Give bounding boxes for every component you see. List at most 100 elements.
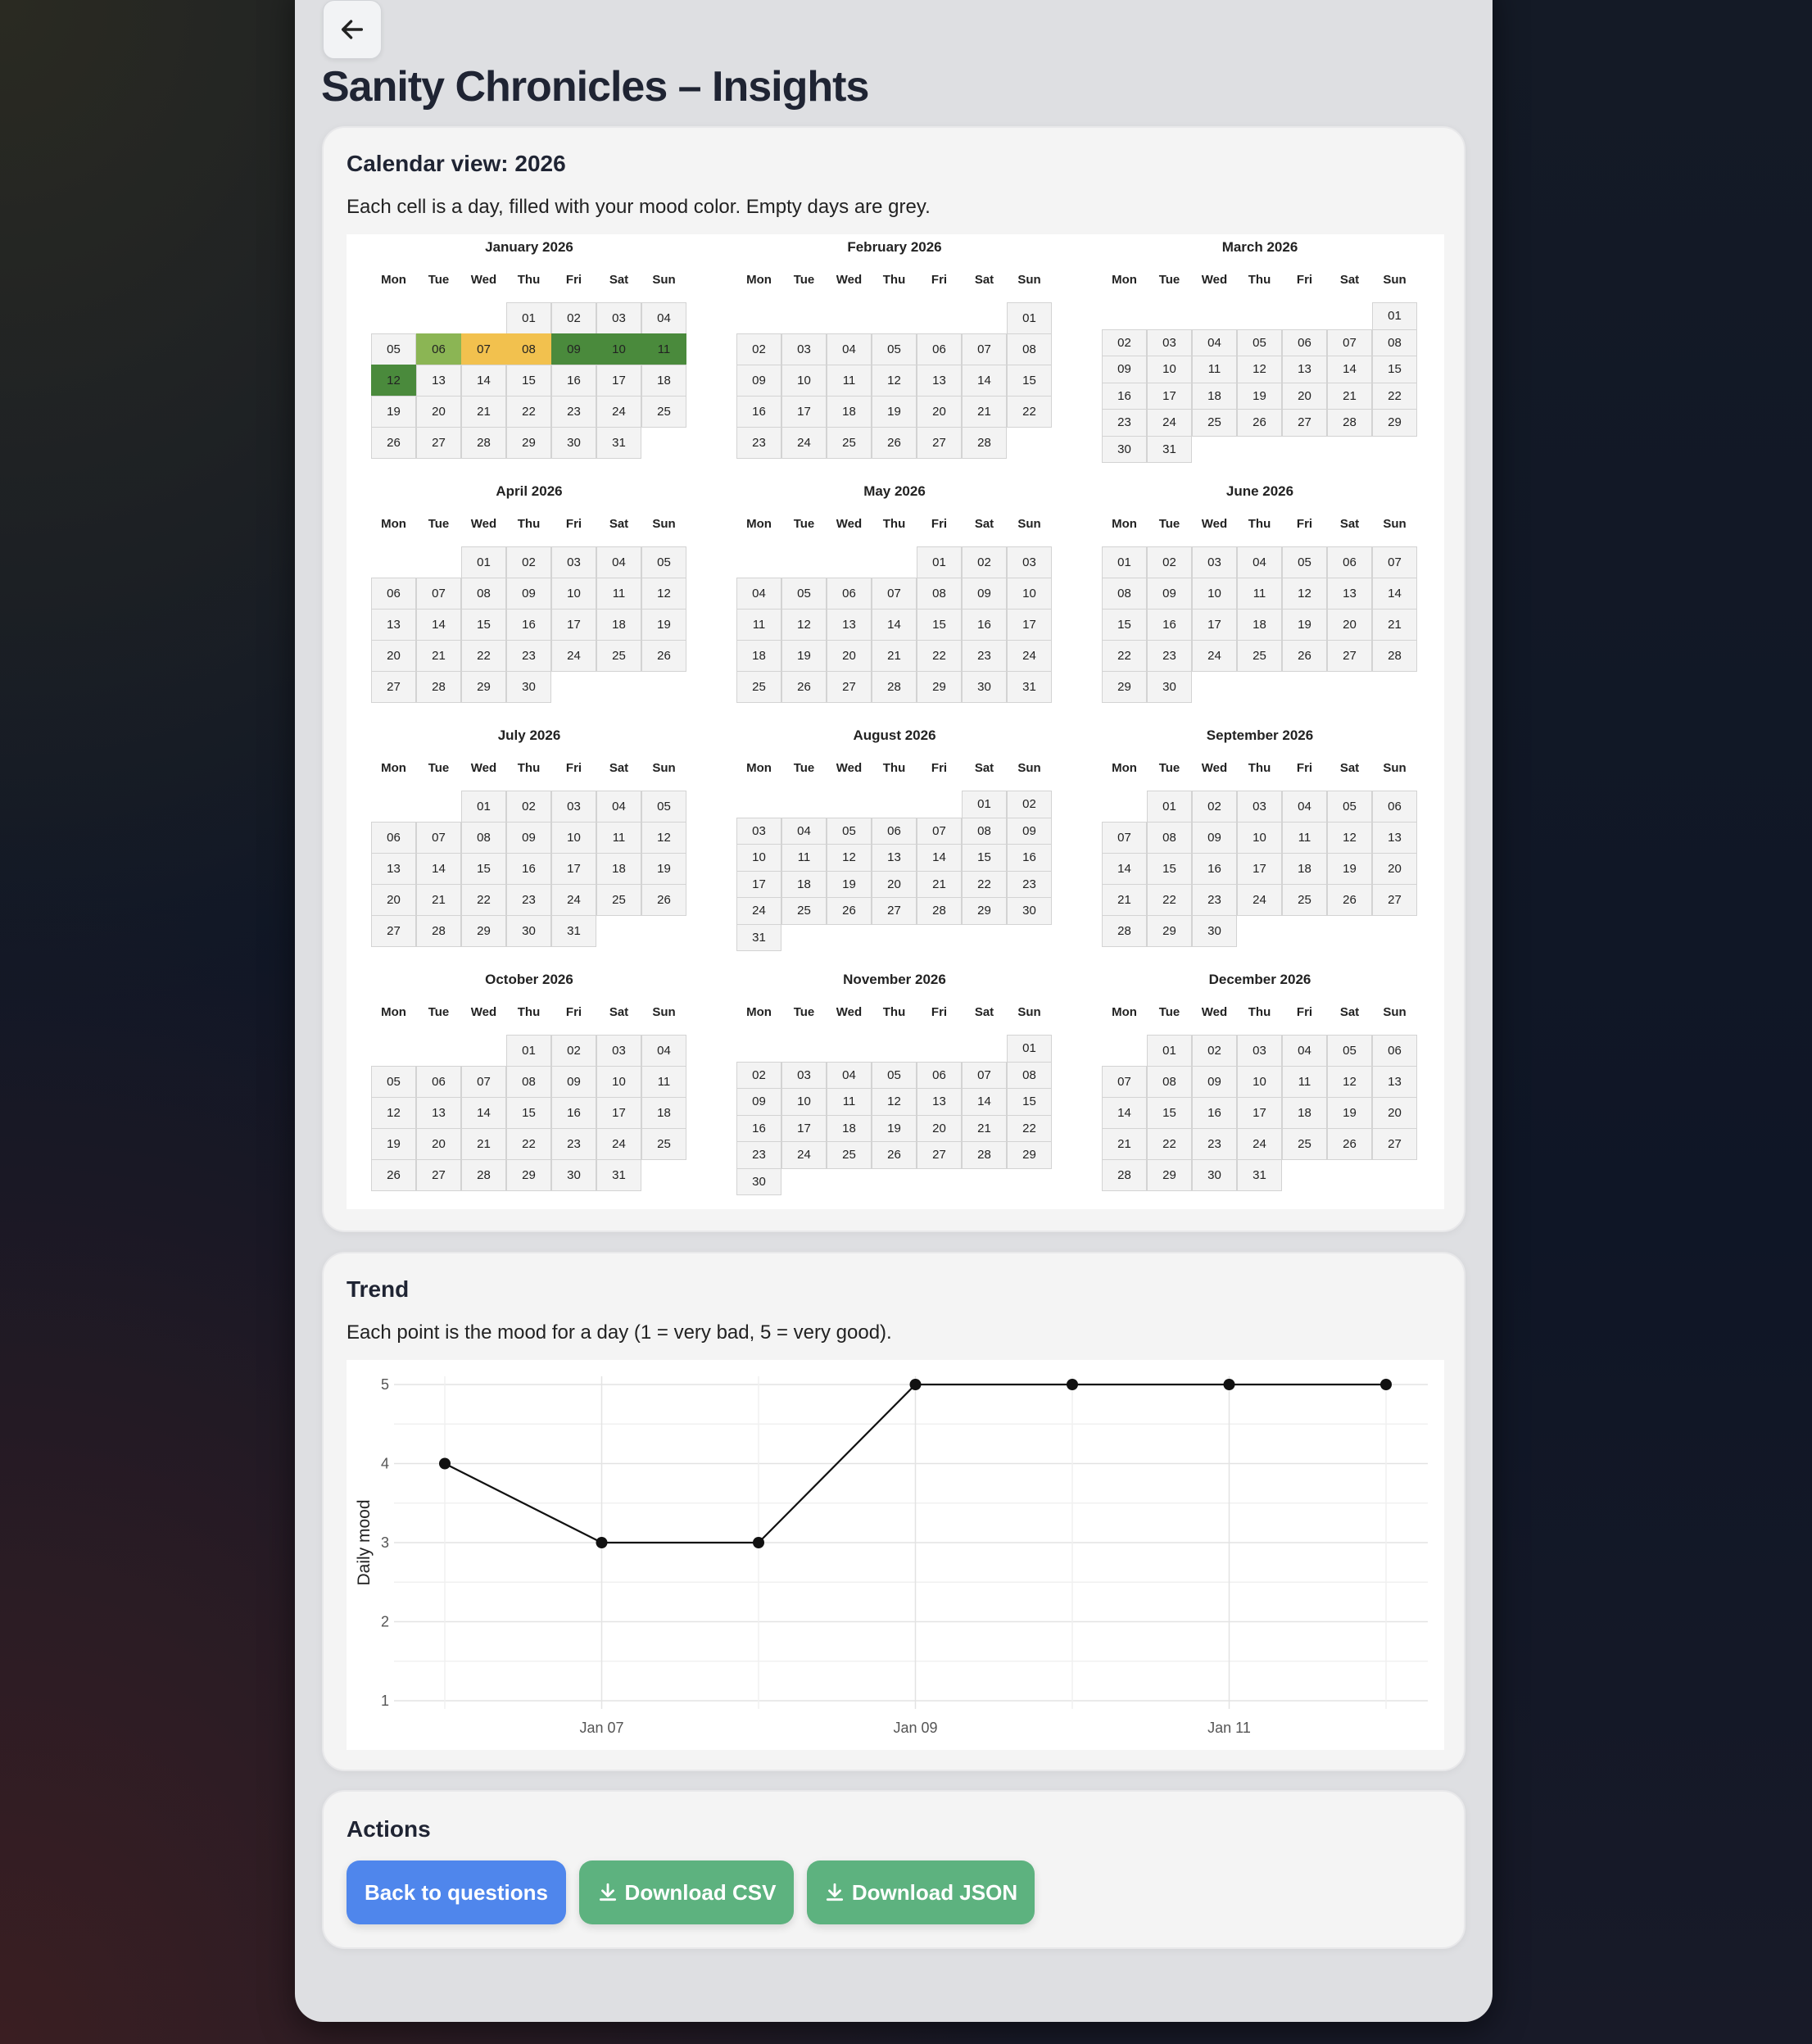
- calendar-day[interactable]: 19: [827, 870, 872, 898]
- calendar-day[interactable]: 11: [1282, 822, 1327, 854]
- calendar-day[interactable]: 20: [872, 870, 917, 898]
- calendar-day[interactable]: 31: [736, 923, 781, 951]
- calendar-day[interactable]: 08: [917, 578, 962, 610]
- calendar-day[interactable]: 14: [1102, 853, 1147, 885]
- calendar-day[interactable]: 09: [1102, 356, 1147, 383]
- calendar-day[interactable]: 21: [1327, 382, 1372, 410]
- calendar-day[interactable]: 27: [371, 915, 416, 947]
- calendar-day[interactable]: 23: [551, 1128, 596, 1160]
- calendar-day[interactable]: 25: [736, 671, 781, 703]
- calendar-day[interactable]: 22: [962, 870, 1007, 898]
- calendar-day[interactable]: 26: [827, 897, 872, 925]
- calendar-day[interactable]: 21: [962, 1114, 1007, 1142]
- calendar-day[interactable]: 20: [917, 396, 962, 428]
- calendar-day[interactable]: 20: [371, 884, 416, 916]
- calendar-day[interactable]: 02: [962, 546, 1007, 578]
- calendar-day[interactable]: 08: [1372, 329, 1417, 356]
- calendar-day[interactable]: 20: [1282, 382, 1327, 410]
- calendar-day[interactable]: 16: [551, 1097, 596, 1129]
- calendar-day[interactable]: 04: [781, 817, 827, 845]
- calendar-day[interactable]: 02: [1102, 329, 1147, 356]
- calendar-day[interactable]: 17: [551, 609, 596, 641]
- calendar-day[interactable]: 17: [551, 853, 596, 885]
- calendar-day[interactable]: 15: [461, 853, 506, 885]
- calendar-day[interactable]: 27: [1372, 884, 1417, 916]
- calendar-day[interactable]: 30: [506, 671, 551, 703]
- calendar-day[interactable]: 01: [1007, 1035, 1052, 1063]
- calendar-day[interactable]: 05: [1327, 791, 1372, 823]
- calendar-day[interactable]: 13: [371, 609, 416, 641]
- calendar-day[interactable]: 24: [1237, 1128, 1282, 1160]
- calendar-day[interactable]: 21: [461, 1128, 506, 1160]
- calendar-day[interactable]: 19: [1327, 1097, 1372, 1129]
- calendar-day[interactable]: 18: [596, 609, 641, 641]
- calendar-day[interactable]: 27: [416, 427, 461, 459]
- calendar-day[interactable]: 22: [461, 884, 506, 916]
- calendar-day[interactable]: 11: [641, 333, 686, 365]
- calendar-day[interactable]: 19: [1282, 609, 1327, 641]
- calendar-day[interactable]: 06: [371, 822, 416, 854]
- calendar-day[interactable]: 20: [416, 396, 461, 428]
- calendar-day[interactable]: 15: [506, 1097, 551, 1129]
- calendar-day[interactable]: 06: [1282, 329, 1327, 356]
- calendar-day[interactable]: 23: [1192, 1128, 1237, 1160]
- back-to-questions-button[interactable]: Back to questions: [347, 1860, 566, 1924]
- calendar-day[interactable]: 19: [1327, 853, 1372, 885]
- calendar-day[interactable]: 29: [461, 915, 506, 947]
- calendar-day[interactable]: 04: [827, 333, 872, 365]
- calendar-day[interactable]: 03: [781, 333, 827, 365]
- calendar-day[interactable]: 14: [1327, 356, 1372, 383]
- calendar-day[interactable]: 25: [1192, 409, 1237, 437]
- calendar-day[interactable]: 26: [1327, 884, 1372, 916]
- calendar-day[interactable]: 28: [917, 897, 962, 925]
- calendar-day[interactable]: 06: [1372, 791, 1417, 823]
- calendar-day[interactable]: 03: [551, 791, 596, 823]
- calendar-day[interactable]: 30: [1007, 897, 1052, 925]
- calendar-day[interactable]: 26: [371, 427, 416, 459]
- calendar-day[interactable]: 12: [641, 822, 686, 854]
- calendar-day[interactable]: 04: [1192, 329, 1237, 356]
- calendar-day[interactable]: 22: [461, 640, 506, 672]
- calendar-day[interactable]: 01: [461, 546, 506, 578]
- calendar-day[interactable]: 10: [736, 844, 781, 872]
- calendar-day[interactable]: 22: [917, 640, 962, 672]
- calendar-day[interactable]: 11: [781, 844, 827, 872]
- calendar-day[interactable]: 13: [917, 1088, 962, 1116]
- calendar-day[interactable]: 15: [917, 609, 962, 641]
- calendar-day[interactable]: 13: [371, 853, 416, 885]
- calendar-day[interactable]: 23: [736, 1141, 781, 1169]
- calendar-day[interactable]: 05: [1282, 546, 1327, 578]
- calendar-day[interactable]: 17: [596, 365, 641, 397]
- calendar-day[interactable]: 16: [1147, 609, 1192, 641]
- calendar-day[interactable]: 21: [416, 884, 461, 916]
- calendar-day[interactable]: 14: [461, 1097, 506, 1129]
- calendar-day[interactable]: 25: [1282, 884, 1327, 916]
- calendar-day[interactable]: 31: [596, 1159, 641, 1191]
- calendar-day[interactable]: 11: [1237, 578, 1282, 610]
- calendar-day[interactable]: 28: [1102, 915, 1147, 947]
- calendar-day[interactable]: 31: [1237, 1159, 1282, 1191]
- calendar-day[interactable]: 23: [962, 640, 1007, 672]
- calendar-day[interactable]: 14: [416, 853, 461, 885]
- calendar-day[interactable]: 29: [506, 1159, 551, 1191]
- calendar-day[interactable]: 25: [781, 897, 827, 925]
- calendar-day[interactable]: 27: [827, 671, 872, 703]
- calendar-day[interactable]: 01: [461, 791, 506, 823]
- calendar-day[interactable]: 16: [551, 365, 596, 397]
- calendar-day[interactable]: 13: [1327, 578, 1372, 610]
- calendar-day[interactable]: 10: [551, 578, 596, 610]
- calendar-day[interactable]: 02: [1007, 791, 1052, 818]
- calendar-day[interactable]: 02: [1192, 791, 1237, 823]
- calendar-day[interactable]: 13: [1282, 356, 1327, 383]
- calendar-day[interactable]: 08: [506, 333, 551, 365]
- calendar-day[interactable]: 27: [1372, 1128, 1417, 1160]
- calendar-day[interactable]: 26: [872, 1141, 917, 1169]
- calendar-day[interactable]: 09: [551, 333, 596, 365]
- calendar-day[interactable]: 27: [1282, 409, 1327, 437]
- calendar-day[interactable]: 09: [1007, 817, 1052, 845]
- calendar-day[interactable]: 30: [1192, 1159, 1237, 1191]
- download-json-button[interactable]: Download JSON: [807, 1860, 1035, 1924]
- calendar-day[interactable]: 28: [1102, 1159, 1147, 1191]
- calendar-day[interactable]: 02: [506, 791, 551, 823]
- calendar-day[interactable]: 15: [1147, 1097, 1192, 1129]
